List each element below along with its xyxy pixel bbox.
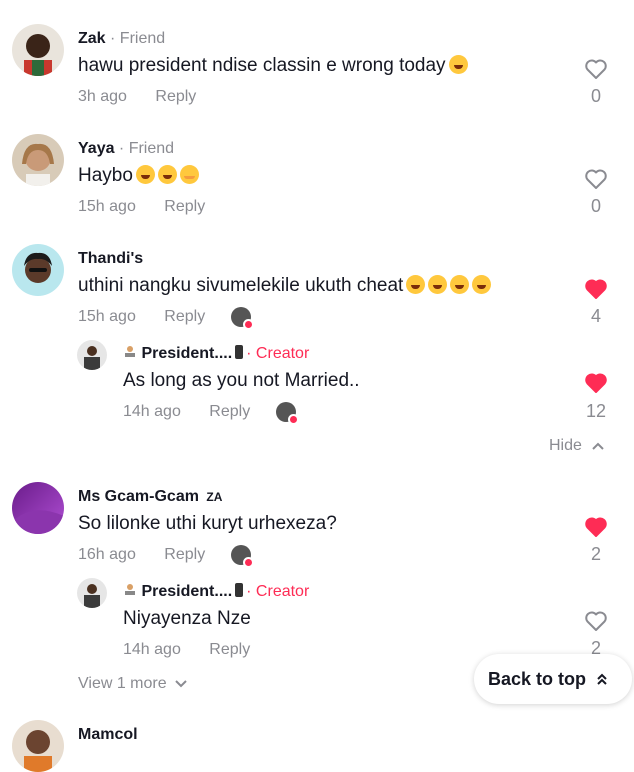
- like-count: 0: [590, 86, 601, 106]
- comment-text: So lilonke uthi kuryt urhexeza?: [78, 513, 337, 534]
- avatar[interactable]: [77, 340, 107, 370]
- heart-filled-icon[interactable]: [584, 516, 608, 538]
- like-count: 2: [590, 544, 601, 564]
- creator-tag: · Creator: [246, 345, 310, 362]
- hide-replies-button[interactable]: Hide: [549, 437, 605, 455]
- phone-icon: [235, 583, 244, 597]
- author-name[interactable]: Yaya: [78, 140, 114, 157]
- hug-emoji-icon: [179, 165, 199, 184]
- comment-author[interactable]: Yaya · Friend: [78, 140, 174, 158]
- comment-text: Haybo: [78, 165, 199, 187]
- timestamp: 15h ago: [78, 198, 136, 215]
- like-count: 12: [585, 401, 607, 421]
- back-to-top-label: Back to top: [488, 668, 587, 689]
- comment-meta: 14h ago Reply: [123, 403, 250, 421]
- author-name[interactable]: Ms Gcam-Gcam: [78, 488, 199, 505]
- comment-author[interactable]: Thandi's: [78, 250, 143, 268]
- laptop-user-icon: [123, 583, 137, 597]
- rofl-emoji-icon: [406, 275, 426, 294]
- comment-text-content: Haybo: [78, 165, 133, 186]
- author-name[interactable]: President....: [141, 583, 232, 600]
- reply-button[interactable]: Reply: [209, 641, 250, 659]
- reply-button[interactable]: Reply: [155, 88, 196, 106]
- like-count: 0: [590, 196, 601, 216]
- author-name[interactable]: Mamcol: [78, 726, 138, 744]
- hide-label: Hide: [549, 437, 582, 454]
- phone-icon: [235, 345, 244, 359]
- avatar[interactable]: [12, 24, 64, 76]
- comment-author[interactable]: President.... · Creator: [123, 583, 309, 601]
- author-name[interactable]: Zak: [78, 30, 106, 47]
- heart-outline-icon[interactable]: [584, 610, 608, 632]
- reply-button[interactable]: Reply: [164, 546, 205, 564]
- comment-meta: 15h ago Reply: [78, 198, 205, 216]
- rofl-emoji-icon: [448, 55, 468, 74]
- timestamp: 16h ago: [78, 546, 136, 563]
- timestamp: 14h ago: [123, 403, 181, 420]
- avatar[interactable]: [12, 244, 64, 296]
- heart-outline-icon[interactable]: [584, 58, 608, 80]
- heart-filled-icon[interactable]: [584, 372, 608, 394]
- back-to-top-button[interactable]: Back to top: [474, 654, 632, 704]
- comment-author[interactable]: Zak · Friend: [78, 30, 165, 48]
- avatar[interactable]: [12, 482, 64, 534]
- comment-meta: 14h ago Reply: [123, 641, 250, 659]
- creator-liked-icon: [231, 545, 254, 568]
- rofl-emoji-icon: [428, 275, 448, 294]
- rofl-emoji-icon: [472, 275, 492, 294]
- timestamp: 15h ago: [78, 308, 136, 325]
- comment-text: hawu president ndise classin e wrong tod…: [78, 55, 468, 77]
- creator-liked-icon: [231, 307, 254, 330]
- view-more-replies-button[interactable]: View 1 more: [78, 675, 187, 693]
- timestamp: 14h ago: [123, 641, 181, 658]
- heart-filled-icon[interactable]: [584, 278, 608, 300]
- reply-button[interactable]: Reply: [209, 403, 250, 421]
- creator-liked-icon: [276, 402, 299, 425]
- avatar[interactable]: [12, 134, 64, 186]
- chevron-up-icon: [592, 442, 605, 450]
- comment-meta: 3h ago Reply: [78, 88, 196, 106]
- friend-tag: · Friend: [114, 140, 175, 157]
- laptop-user-icon: [123, 345, 137, 359]
- flag-label: ZA: [206, 490, 223, 504]
- double-chevron-up-icon: [597, 673, 607, 685]
- rofl-emoji-icon: [157, 165, 177, 184]
- like-count: 4: [590, 306, 601, 326]
- comment-text-content: hawu president ndise classin e wrong tod…: [78, 55, 446, 76]
- heart-outline-icon[interactable]: [584, 168, 608, 190]
- reply-button[interactable]: Reply: [164, 308, 205, 326]
- friend-tag: · Friend: [105, 30, 166, 47]
- author-name[interactable]: President....: [141, 345, 232, 362]
- avatar[interactable]: [77, 578, 107, 608]
- comment-author[interactable]: Ms Gcam-Gcam ZA: [78, 488, 222, 506]
- comment-text: uthini nangku sivumelekile ukuth cheat: [78, 275, 492, 297]
- reply-button[interactable]: Reply: [164, 198, 205, 216]
- comment-meta: 16h ago Reply: [78, 546, 205, 564]
- rofl-emoji-icon: [450, 275, 470, 294]
- comment-meta: 15h ago Reply: [78, 308, 205, 326]
- timestamp: 3h ago: [78, 88, 127, 105]
- comment-text: Niyayenza Nze: [123, 608, 251, 629]
- rofl-emoji-icon: [135, 165, 155, 184]
- comment-text: As long as you not Married..: [123, 370, 360, 391]
- avatar[interactable]: [12, 720, 64, 772]
- chevron-down-icon: [175, 680, 187, 688]
- creator-tag: · Creator: [246, 583, 310, 600]
- view-more-label: View 1 more: [78, 675, 167, 692]
- comment-author[interactable]: President.... · Creator: [123, 345, 309, 363]
- comment-text-content: uthini nangku sivumelekile ukuth cheat: [78, 275, 404, 296]
- author-name[interactable]: Thandi's: [78, 250, 143, 267]
